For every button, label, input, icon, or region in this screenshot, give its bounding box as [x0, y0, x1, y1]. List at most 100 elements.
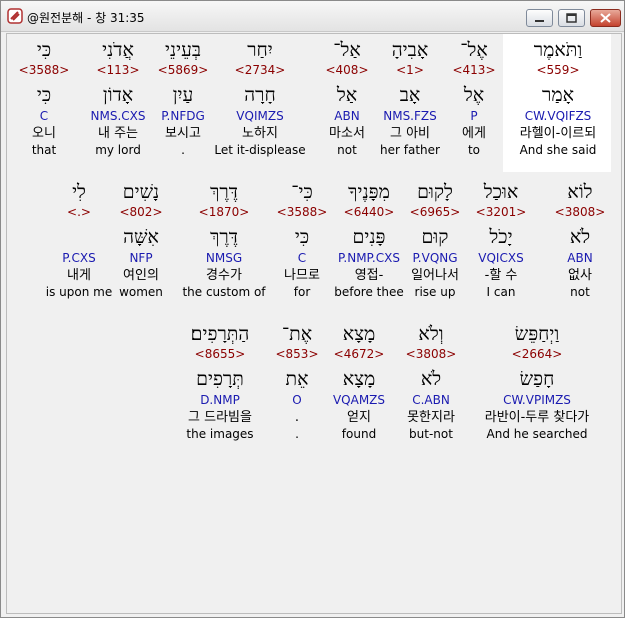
lemma-word: אָדוֹן [102, 84, 134, 106]
word-cell[interactable]: דֶּרֶךְ <1870> דֶּרֶךְ NMSG 경수가 the custom of [178, 180, 270, 300]
english-gloss: not [337, 143, 357, 157]
word-cell[interactable]: לָקוּם <6965> קוּם P.VQNG 일어나서 rise up [400, 180, 470, 300]
window-title: @원전분해 - 창 31:35 [27, 11, 145, 25]
hebrew-word: בְּעֵינֵי [164, 39, 202, 61]
strong-number[interactable]: <.> [39, 204, 119, 221]
korean-gloss: 못한지라 [407, 410, 455, 425]
strong-number[interactable]: <2734> [210, 62, 310, 79]
word-cell[interactable]: יִחַר <2734> חָרָה VQIMZS 노하지 Let it-displeas… [210, 38, 310, 158]
strong-number[interactable]: <6440> [329, 204, 409, 221]
morphology-code: P.NMP.CXS [338, 251, 400, 265]
strong-number[interactable]: <5869> [151, 62, 215, 79]
lemma-word: יָכֹל [489, 226, 513, 248]
english-gloss: women [119, 285, 163, 299]
word-cell[interactable]: מִפָּנֶיךָ <6440> פָּנִים P.NMP.CXS 영접-befor… [329, 180, 409, 300]
lemma-word: מָצָא [342, 368, 376, 390]
word-cell[interactable]: אֲדֹנִי <113> אָדוֹן NMS.CXS 내 주는 my lord [78, 38, 158, 158]
korean-gloss: 라반이-두루 찾다가 [484, 410, 590, 425]
hebrew-word: דֶּרֶךְ [210, 181, 238, 203]
hebrew-word: לָקוּם [417, 181, 453, 203]
word-cell[interactable]: אֶל־ <413> אֶל P 에게 to [447, 38, 501, 158]
english-gloss: . [295, 427, 299, 441]
word-cell[interactable]: אוּכַל <3201> יָכֹל VQICXS -할 수 I can [469, 180, 533, 300]
lemma-word: אִשָּׁה [123, 226, 159, 248]
word-cell[interactable]: לִי <.> P.CXS 내게 is upon me [39, 180, 119, 300]
strong-number[interactable]: <3588> [272, 204, 332, 221]
hebrew-word: וַתֹּאמֶר [533, 39, 583, 61]
word-cell[interactable]: אָבִיהָ <1> אָב NMS.FZS 그 아비 her father [378, 38, 442, 158]
strong-number[interactable]: <413> [447, 62, 501, 79]
lemma-word: אַל [336, 84, 358, 106]
korean-gloss: 나므로 [284, 268, 320, 283]
strong-number[interactable]: <4672> [327, 346, 391, 363]
word-cell[interactable]: כִּי־ <3588> כִּי C 나므로 for [272, 180, 332, 300]
word-cell[interactable]: כִּי <3588> כִּי C 오니 that [14, 38, 74, 158]
lemma-word: לֹא [420, 368, 442, 390]
hebrew-word: אָבִיהָ [391, 39, 429, 61]
minimize-button[interactable] [526, 9, 553, 27]
word-cell[interactable]: נָשִׁים <802> אִשָּׁה NFP 여인의 women [111, 180, 171, 300]
hebrew-word: וְלֹא [418, 323, 444, 345]
strong-number[interactable]: <802> [111, 204, 171, 221]
hebrew-word: אַל־ [333, 39, 361, 61]
morphology-code: P [470, 109, 478, 123]
korean-gloss: 보시고 [165, 126, 201, 141]
strong-number[interactable]: <3588> [14, 62, 74, 79]
hebrew-word: וַיְחַפֵּשׂ [514, 323, 560, 345]
lemma-word: עַיִן [172, 84, 194, 106]
word-cell[interactable]: וַתֹּאמֶר <559> אָמַר CW.VQIFZS 라헬이-이르되 And s… [504, 38, 612, 158]
maximize-icon [566, 13, 577, 23]
korean-gloss: 라헬이-이르되 [519, 126, 597, 141]
english-gloss: the images [186, 427, 254, 441]
word-cell[interactable]: בְּעֵינֵי <5869> עַיִן P.NFDG 보시고. [151, 38, 215, 158]
english-gloss: Let it-displease [214, 143, 306, 157]
strong-number[interactable]: <853> [272, 346, 322, 363]
lemma-word: חָרָה [244, 84, 276, 106]
title-bar[interactable]: @원전분해 - 창 31:35 [1, 1, 624, 32]
lemma-word: אֶל [463, 84, 485, 106]
lemma-word: לֹא [569, 226, 591, 248]
word-cell[interactable]: הַתְּרָפִים׃ <8655> תְּרָפִים D.NMP 그 드라빔을 th… [170, 322, 270, 442]
korean-gloss: 오니 [32, 126, 56, 141]
lemma-word: חָפַשׂ [519, 368, 555, 390]
strong-number[interactable]: <113> [78, 62, 158, 79]
hebrew-word: אֶל־ [460, 39, 488, 61]
morphology-code: VQAMZS [332, 393, 386, 407]
morphology-code: C [39, 109, 49, 123]
strong-number[interactable]: <3808> [395, 346, 467, 363]
korean-gloss: 에게 [462, 126, 486, 141]
morphology-code: VQIMZS [236, 109, 284, 123]
strong-number[interactable]: <559> [504, 62, 612, 79]
morphology-code: ABN [334, 109, 360, 123]
lemma-word: אָמַר [542, 84, 574, 106]
hebrew-word: הַתְּרָפִים׃ [190, 323, 250, 345]
word-cell[interactable]: וַיְחַפֵּשׂ <2664> חָפַשׂ CW.VPIMZS 라반이-두루 찾… [467, 322, 607, 442]
strong-number[interactable]: <6965> [400, 204, 470, 221]
strong-number[interactable]: <3808> [552, 204, 608, 221]
strong-number[interactable]: <408> [317, 62, 377, 79]
korean-gloss: -할 수 [484, 268, 518, 283]
korean-gloss: 마소서 [329, 126, 365, 141]
word-cell[interactable]: אַל־ <408> אַל ABN 마소서 not [317, 38, 377, 158]
strong-number[interactable]: <1> [378, 62, 442, 79]
english-gloss: that [31, 143, 57, 157]
english-gloss: found [341, 427, 377, 441]
lemma-word: אָב [399, 84, 421, 106]
word-cell[interactable]: וְלֹא <3808> לֹא C.ABN 못한지라 but-not [395, 322, 467, 442]
strong-number[interactable]: <3201> [469, 204, 533, 221]
morphology-code: ABN [567, 251, 593, 265]
verse-analysis-panel[interactable]: כִּי <3588> כִּי C 오니 that אֲדֹנִי <113> אָדוֹן N… [6, 33, 622, 614]
strong-number[interactable]: <8655> [170, 346, 270, 363]
english-gloss: is upon me [45, 285, 113, 299]
close-button[interactable] [590, 9, 621, 27]
strong-number[interactable]: <1870> [178, 204, 270, 221]
hebrew-word: נָשִׁים [122, 181, 160, 203]
word-cell[interactable]: אֶת־ <853> אֵת O.. [272, 322, 322, 442]
korean-gloss: 내게 [67, 268, 91, 283]
word-cell[interactable]: לוֹא <3808> לֹא ABN 없사 not [552, 180, 608, 300]
maximize-button[interactable] [558, 9, 585, 27]
lemma-word: דֶּרֶךְ [210, 226, 238, 248]
korean-gloss: 얻지 [347, 410, 371, 425]
strong-number[interactable]: <2664> [467, 346, 607, 363]
word-cell[interactable]: מָצָא <4672> מָצָא VQAMZS 얻지 found [327, 322, 391, 442]
